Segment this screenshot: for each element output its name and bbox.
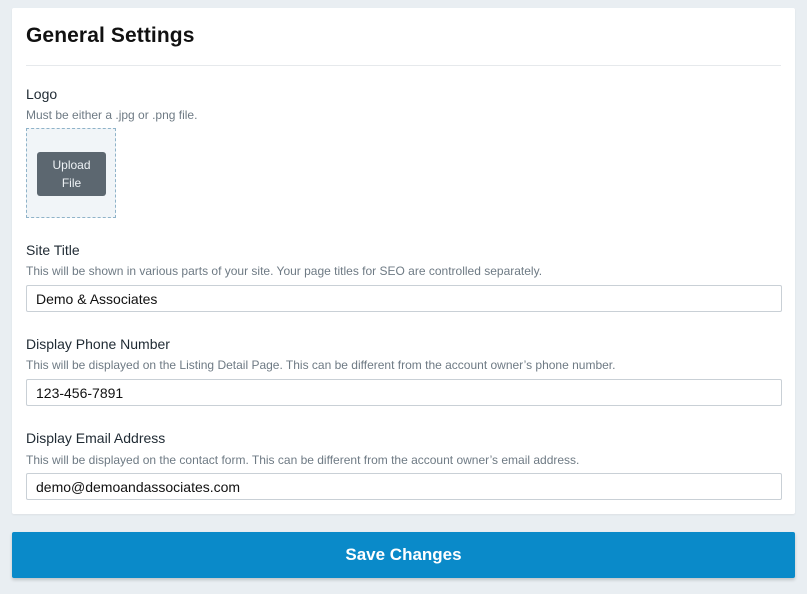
save-changes-button[interactable]: Save Changes <box>12 532 795 578</box>
site-title-help-text: This will be shown in various parts of y… <box>26 264 543 278</box>
email-help-text: This will be displayed on the contact fo… <box>26 453 580 467</box>
phone-help-text: This will be displayed on the Listing De… <box>26 358 616 372</box>
logo-label: Logo <box>26 86 58 102</box>
phone-input[interactable] <box>26 379 782 406</box>
general-settings-card: General Settings Logo Must be either a .… <box>12 8 795 514</box>
logo-dropzone[interactable]: Upload File <box>26 128 116 218</box>
email-label: Display Email Address <box>26 430 166 446</box>
site-title-label: Site Title <box>26 242 80 258</box>
upload-file-button[interactable]: Upload File <box>37 152 106 196</box>
page-title: General Settings <box>26 24 195 47</box>
title-divider <box>26 65 781 66</box>
email-input[interactable] <box>26 473 782 500</box>
phone-label: Display Phone Number <box>26 336 170 352</box>
logo-help-text: Must be either a .jpg or .png file. <box>26 108 198 122</box>
site-title-input[interactable] <box>26 285 782 312</box>
